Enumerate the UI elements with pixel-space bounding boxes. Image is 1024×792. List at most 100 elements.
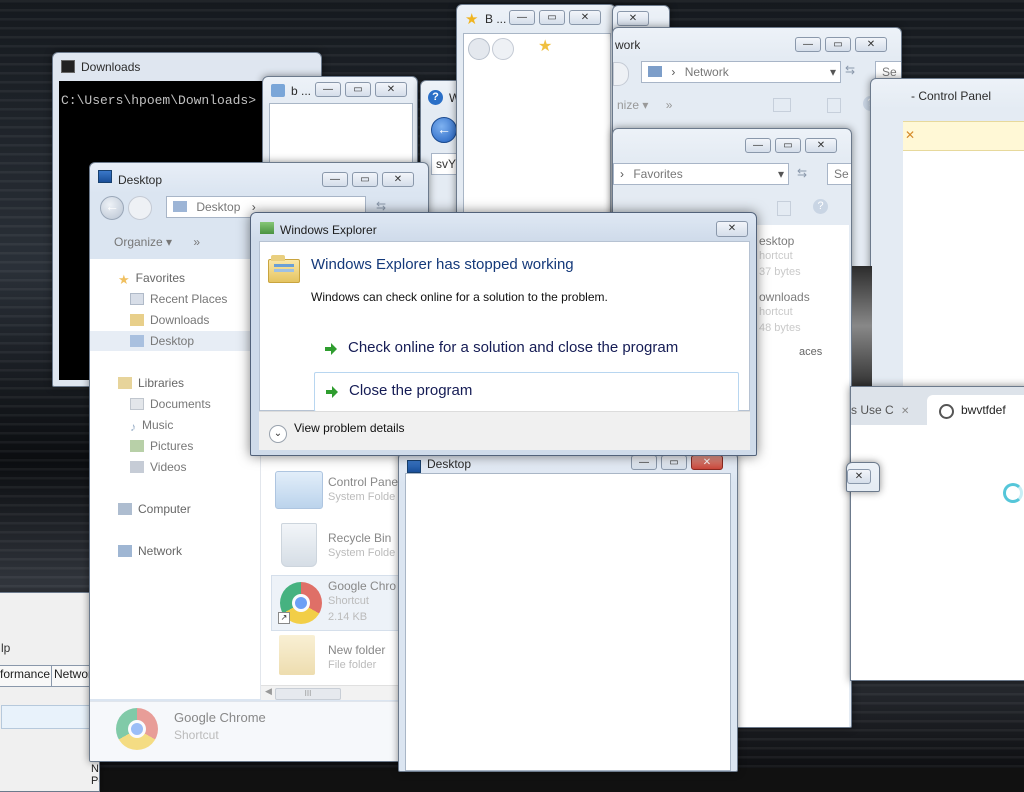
task-manager-menu[interactable]: lp xyxy=(1,641,10,655)
more-chevron[interactable]: » xyxy=(193,235,200,249)
new-folder-icon[interactable] xyxy=(279,635,315,675)
tab-close-icon[interactable]: ✕ xyxy=(901,406,909,417)
nav-pictures[interactable]: Pictures xyxy=(130,439,193,459)
close-button[interactable]: ✕ xyxy=(375,82,407,97)
minimize-button[interactable]: — xyxy=(745,138,771,153)
maximize-button[interactable]: ▭ xyxy=(539,10,565,25)
organize-button[interactable]: nize ▾ » xyxy=(617,98,672,112)
nav-videos[interactable]: Videos xyxy=(130,460,186,480)
maximize-button[interactable]: ▭ xyxy=(345,82,371,97)
file-name[interactable]: ownloads xyxy=(759,290,810,304)
nav-desktop[interactable]: Desktop xyxy=(90,331,260,351)
check-online-option[interactable]: Check online for a solution and close th… xyxy=(314,330,739,368)
dropdown-icon: ▾ xyxy=(642,98,649,112)
favorites-address-bar[interactable]: › Favorites ▾ xyxy=(613,163,789,185)
close-button[interactable]: ✕ xyxy=(382,172,414,187)
more-chevron[interactable]: » xyxy=(666,98,673,112)
favorites-popup-titlebar[interactable]: ★ B ... — ▭ ✕ xyxy=(457,5,615,33)
dialog-close-button[interactable]: ✕ xyxy=(716,221,748,237)
nav-downloads[interactable]: Downloads xyxy=(130,313,209,333)
recycle-bin-icon[interactable] xyxy=(281,523,317,567)
views-icon[interactable] xyxy=(773,98,791,112)
browser-tab-partial[interactable]: s Use C ✕ xyxy=(851,397,925,423)
file-name[interactable]: aces xyxy=(799,346,822,358)
favorites-popup-window[interactable]: ★ B ... — ▭ ✕ ★ xyxy=(456,4,616,214)
file-name[interactable]: New folder xyxy=(328,643,385,657)
refresh-button[interactable]: ⇆ xyxy=(376,199,386,213)
control-panel-window[interactable]: - Control Panel ✕ xyxy=(870,78,1024,398)
nav-music[interactable]: ♪ Music xyxy=(130,418,173,438)
scrollbar-grip: III xyxy=(304,689,312,698)
dropdown-icon[interactable]: ▾ xyxy=(830,65,836,79)
error-dialog[interactable]: Windows Explorer ✕ Windows Explorer has … xyxy=(250,212,757,456)
maximize-button[interactable]: ▭ xyxy=(352,172,378,187)
info-bar-close-icon[interactable]: ✕ xyxy=(905,128,915,142)
back-button[interactable]: ← xyxy=(431,117,457,143)
browser-tab-active[interactable]: bwvtfdef xyxy=(927,395,1024,425)
minimize-button[interactable]: — xyxy=(509,10,535,25)
favorites-search-box[interactable]: Se xyxy=(827,163,851,185)
file-name[interactable]: Recycle Bin xyxy=(328,531,391,545)
back-button[interactable] xyxy=(468,38,490,60)
nav-recent-places[interactable]: Recent Places xyxy=(130,292,227,312)
file-name[interactable]: Google Chro xyxy=(328,579,396,593)
forward-button[interactable] xyxy=(492,38,514,60)
nav-network[interactable]: Network xyxy=(118,544,182,564)
refresh-button[interactable]: ⇆ xyxy=(845,63,855,77)
desktop-window-2-title: Desktop xyxy=(427,457,472,471)
preview-pane-icon[interactable] xyxy=(777,201,791,216)
nav-computer[interactable]: Computer xyxy=(118,502,191,522)
file-name[interactable]: esktop xyxy=(759,234,794,248)
minimize-button[interactable]: — xyxy=(795,37,821,52)
task-manager-window[interactable]: lp formance Network Net Po xyxy=(0,592,100,792)
add-favorite-icon[interactable]: ★ xyxy=(538,36,552,56)
small-window-b-title: b ... xyxy=(291,84,312,98)
control-panel-icon[interactable] xyxy=(275,471,323,509)
scrollbar-thumb[interactable]: III xyxy=(275,688,341,700)
forward-button[interactable] xyxy=(613,62,629,86)
nav-libraries[interactable]: Libraries xyxy=(118,376,184,396)
background-window-mid[interactable]: ✕ xyxy=(846,462,880,492)
scroll-left-arrow[interactable]: ◀ xyxy=(265,686,272,697)
close-program-option[interactable]: Close the program xyxy=(314,372,739,412)
small-window-b-titlebar[interactable]: b ... — ▭ ✕ xyxy=(263,77,417,105)
organize-button[interactable]: Organize ▾ » xyxy=(114,235,200,249)
back-button[interactable]: ← xyxy=(100,196,124,220)
help-icon[interactable]: ? xyxy=(813,199,828,214)
star-icon: ★ xyxy=(118,272,130,287)
minimize-button[interactable]: — xyxy=(322,172,348,187)
desktop-window-2[interactable]: Desktop — ▭ ✕ xyxy=(398,452,738,772)
browser-window[interactable]: s Use C ✕ bwvtfdef xyxy=(850,386,1024,681)
view-details-toggle[interactable]: ⌄ View problem details xyxy=(269,421,405,443)
preview-pane-icon[interactable] xyxy=(827,98,841,113)
close-button[interactable]: ✕ xyxy=(691,455,723,470)
desktop-explorer-titlebar[interactable]: Desktop — ▭ ✕ xyxy=(90,163,428,191)
task-manager-tab-performance[interactable]: formance xyxy=(0,665,54,687)
file-name[interactable]: Control Pane xyxy=(328,475,398,489)
nav-favorites[interactable]: ★ Favorites xyxy=(118,271,185,291)
refresh-button[interactable]: ⇆ xyxy=(797,166,807,180)
network-search-text: Se xyxy=(882,65,897,79)
task-manager-panel xyxy=(1,705,91,729)
forward-button[interactable] xyxy=(128,196,152,220)
task-manager-column-header[interactable]: Net Po xyxy=(91,763,99,787)
close-button[interactable]: ✕ xyxy=(805,138,837,153)
close-button[interactable]: ✕ xyxy=(569,10,601,25)
maximize-button[interactable]: ▭ xyxy=(775,138,801,153)
maximize-button[interactable]: ▭ xyxy=(661,455,687,470)
nav-documents[interactable]: Documents xyxy=(130,397,211,417)
console-title: Downloads xyxy=(81,60,141,74)
minimize-button[interactable]: — xyxy=(631,455,657,470)
close-button[interactable]: ✕ xyxy=(617,11,649,26)
minimize-button[interactable]: — xyxy=(315,82,341,97)
close-button[interactable]: ✕ xyxy=(847,469,871,484)
close-button[interactable]: ✕ xyxy=(855,37,887,52)
close-icon: ✕ xyxy=(727,223,737,234)
control-panel-content xyxy=(903,151,1024,397)
maximize-button[interactable]: ▭ xyxy=(825,37,851,52)
loading-spinner-icon xyxy=(1003,483,1023,503)
small-window-b[interactable]: b ... — ▭ ✕ xyxy=(262,76,418,166)
dialog-footer: ⌄ View problem details xyxy=(259,411,750,450)
network-address-bar[interactable]: › Network ▾ xyxy=(641,61,841,83)
dropdown-icon[interactable]: ▾ xyxy=(778,167,784,181)
